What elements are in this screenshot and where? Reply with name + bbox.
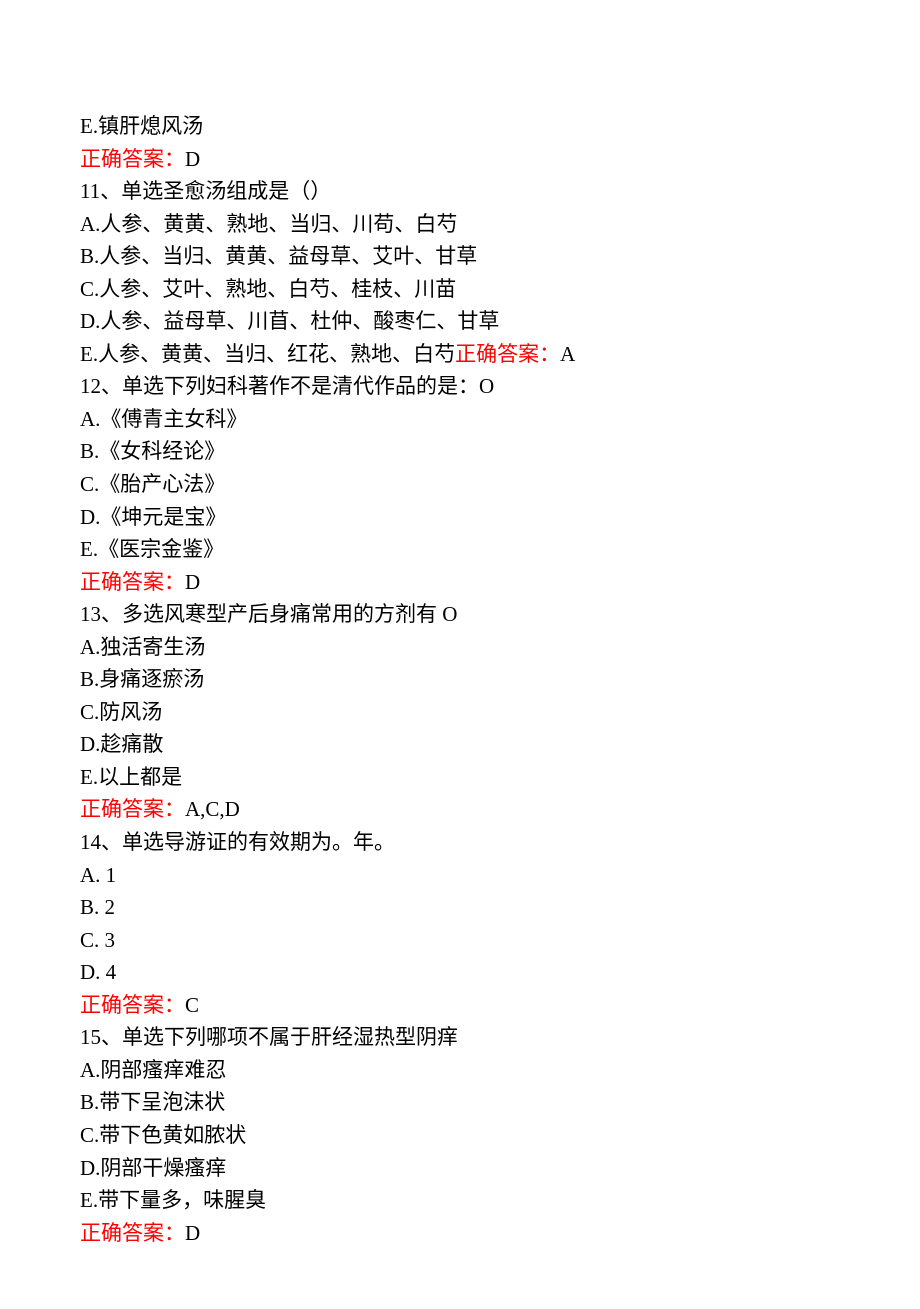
answer-value: D bbox=[185, 570, 200, 594]
q14-option-a: A. 1 bbox=[80, 859, 840, 892]
q15-option-e: E.带下量多，味腥臭 bbox=[80, 1184, 840, 1217]
answer-label: 正确答案： bbox=[80, 1221, 185, 1245]
q12-option-e: E.《医宗金鉴》 bbox=[80, 533, 840, 566]
q13-option-c: C.防风汤 bbox=[80, 696, 840, 729]
q15-option-b: B.带下呈泡沫状 bbox=[80, 1086, 840, 1119]
q11-stem: 11、单选圣愈汤组成是（） bbox=[80, 175, 840, 208]
answer-label: 正确答案： bbox=[455, 342, 560, 366]
q10-answer: 正确答案：D bbox=[80, 143, 840, 176]
q12-stem: 12、单选下列妇科著作不是清代作品的是：O bbox=[80, 370, 840, 403]
answer-label: 正确答案： bbox=[80, 570, 185, 594]
page: E.镇肝熄风汤 正确答案：D 11、单选圣愈汤组成是（） A.人参、黄黄、熟地、… bbox=[0, 0, 920, 1309]
q11-option-e: E.人参、黄黄、当归、红花、熟地、白芍 bbox=[80, 342, 455, 366]
q15-option-a: A.阴部瘙痒难忍 bbox=[80, 1054, 840, 1087]
q11-option-c: C.人参、艾叶、熟地、白芍、桂枝、川苗 bbox=[80, 273, 840, 306]
answer-value: D bbox=[185, 147, 200, 171]
q12-option-d: D.《坤元是宝》 bbox=[80, 501, 840, 534]
q15-stem: 15、单选下列哪项不属于肝经湿热型阴痒 bbox=[80, 1021, 840, 1054]
q13-option-b: B.身痛逐瘀汤 bbox=[80, 663, 840, 696]
q11-option-e-answer: E.人参、黄黄、当归、红花、熟地、白芍正确答案：A bbox=[80, 338, 840, 371]
q11-option-d: D.人参、益母草、川苜、杜仲、酸枣仁、甘草 bbox=[80, 305, 840, 338]
answer-label: 正确答案： bbox=[80, 147, 185, 171]
answer-label: 正确答案： bbox=[80, 797, 185, 821]
q10-option-e: E.镇肝熄风汤 bbox=[80, 110, 840, 143]
answer-value: D bbox=[185, 1221, 200, 1245]
q13-option-d: D.趁痛散 bbox=[80, 728, 840, 761]
q12-answer: 正确答案：D bbox=[80, 566, 840, 599]
q14-answer: 正确答案：C bbox=[80, 989, 840, 1022]
q13-answer: 正确答案：A,C,D bbox=[80, 793, 840, 826]
answer-value: A,C,D bbox=[185, 797, 240, 821]
q14-option-d: D. 4 bbox=[80, 956, 840, 989]
q12-option-c: C.《胎产心法》 bbox=[80, 468, 840, 501]
q15-answer: 正确答案：D bbox=[80, 1217, 840, 1250]
q12-option-b: B.《女科经论》 bbox=[80, 435, 840, 468]
q13-stem: 13、多选风寒型产后身痛常用的方剂有 O bbox=[80, 598, 840, 631]
q14-option-c: C. 3 bbox=[80, 924, 840, 957]
q11-option-a: A.人参、黄黄、熟地、当归、川苟、白芍 bbox=[80, 208, 840, 241]
answer-value: A bbox=[560, 342, 575, 366]
q14-option-b: B. 2 bbox=[80, 891, 840, 924]
answer-label: 正确答案： bbox=[80, 993, 185, 1017]
q15-option-d: D.阴部干燥瘙痒 bbox=[80, 1152, 840, 1185]
q15-option-c: C.带下色黄如脓状 bbox=[80, 1119, 840, 1152]
q11-option-b: B.人参、当归、黄黄、益母草、艾叶、甘草 bbox=[80, 240, 840, 273]
q14-stem: 14、单选导游证的有效期为。年。 bbox=[80, 826, 840, 859]
answer-value: C bbox=[185, 993, 199, 1017]
q13-option-e: E.以上都是 bbox=[80, 761, 840, 794]
q13-option-a: A.独活寄生汤 bbox=[80, 631, 840, 664]
q12-option-a: A.《傅青主女科》 bbox=[80, 403, 840, 436]
